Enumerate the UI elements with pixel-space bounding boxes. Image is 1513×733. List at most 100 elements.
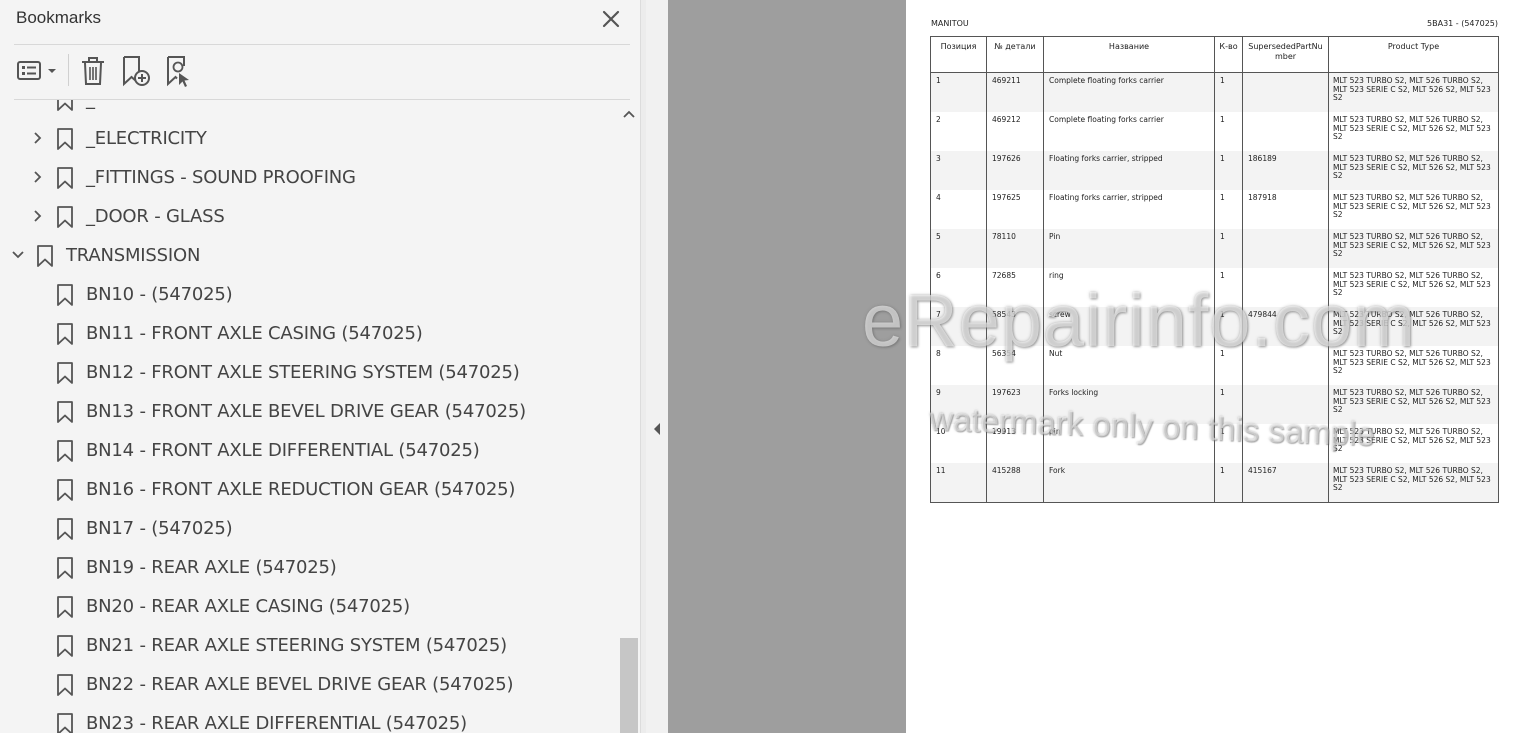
- table-cell: MLT 523 TURBO S2, MLT 526 TURBO S2, MLT …: [1328, 268, 1499, 307]
- table-cell: ring: [1043, 268, 1215, 307]
- table-cell: 5: [930, 229, 987, 268]
- table-cell: MLT 523 TURBO S2, MLT 526 TURBO S2, MLT …: [1328, 72, 1499, 112]
- bookmark-icon: [57, 713, 73, 733]
- tree-scrollbar[interactable]: [618, 100, 640, 733]
- table-cell: [1242, 268, 1329, 307]
- new-bookmark-button[interactable]: [120, 54, 152, 88]
- table-cell: 415288: [986, 463, 1044, 503]
- collapse-left-icon[interactable]: [652, 420, 662, 438]
- bookmark-item[interactable]: BN22 - REAR AXLE BEVEL DRIVE GEAR (54702…: [0, 665, 618, 704]
- table-cell: 1: [1214, 463, 1243, 503]
- bookmark-item[interactable]: BN21 - REAR AXLE STEERING SYSTEM (547025…: [0, 626, 618, 665]
- table-cell: 1: [1214, 385, 1243, 424]
- table-cell: MLT 523 TURBO S2, MLT 526 TURBO S2, MLT …: [1328, 346, 1499, 385]
- close-panel-button[interactable]: [596, 4, 626, 34]
- table-cell: MLT 523 TURBO S2, MLT 526 TURBO S2, MLT …: [1328, 151, 1499, 190]
- table-cell: 415167: [1242, 463, 1329, 503]
- parts-table: Позиция № детали Название К-во SupersededPar…: [930, 36, 1499, 503]
- page-reference: 5BA31 - (547025): [1427, 19, 1498, 28]
- table-cell: MLT 523 TURBO S2, MLT 526 TURBO S2, MLT …: [1328, 463, 1499, 503]
- bookmark-label: TRANSMISSION: [66, 245, 201, 266]
- table-cell: 1: [1214, 307, 1243, 346]
- table-cell: 1: [1214, 72, 1243, 112]
- column-header: К-во: [1214, 36, 1243, 73]
- table-cell: 11: [930, 463, 987, 503]
- table-cell: [1242, 385, 1329, 424]
- table-row: 4 197625 Floating forks carrier, stripped 1…: [930, 190, 1499, 229]
- table-cell: 1: [1214, 112, 1243, 151]
- table-cell: [1242, 112, 1329, 151]
- table-cell: MLT 523 TURBO S2, MLT 526 TURBO S2, MLT …: [1328, 229, 1499, 268]
- bookmark-item[interactable]: BN13 - FRONT AXLE BEVEL DRIVE GEAR (5470…: [0, 392, 618, 431]
- table-row: 7 58543 screw 1 479844 MLT 523 TURBO S2, MLT …: [930, 307, 1499, 346]
- table-row: 5 78110 Pin 1 MLT 523 TURBO S2, MLT 526 TURB…: [930, 229, 1499, 268]
- column-header: № детали: [986, 36, 1044, 73]
- table-cell: Floating forks carrier, stripped: [1043, 190, 1215, 229]
- chevron-right-icon[interactable]: [30, 130, 46, 146]
- column-header: Product Type: [1328, 36, 1499, 73]
- bookmark-icon: [57, 635, 73, 657]
- chevron-right-icon[interactable]: [30, 208, 46, 224]
- column-header: Название: [1043, 36, 1215, 73]
- bookmark-item[interactable]: BN16 - FRONT AXLE REDUCTION GEAR (547025…: [0, 470, 618, 509]
- table-cell: MLT 523 TURBO S2, MLT 526 TURBO S2, MLT …: [1328, 112, 1499, 151]
- table-cell: 186189: [1242, 151, 1329, 190]
- bookmark-label: _DOOR - GLASS: [86, 206, 225, 227]
- table-cell: 3: [930, 151, 987, 190]
- table-cell: 19913: [986, 424, 1044, 463]
- bookmark-label: BN11 - FRONT AXLE CASING (547025): [86, 323, 423, 344]
- bookmark-label: BN13 - FRONT AXLE BEVEL DRIVE GEAR (5470…: [86, 401, 526, 422]
- table-cell: 58543: [986, 307, 1044, 346]
- bookmarks-tree: _ _ELECTRICITY _FITTINGS - SOUND PROOFING _…: [0, 100, 618, 733]
- scroll-thumb[interactable]: [620, 638, 638, 733]
- bookmark-item[interactable]: TRANSMISSION: [0, 236, 618, 275]
- options-menu-button[interactable]: [16, 54, 58, 88]
- bookmarks-toolbar: [0, 45, 640, 99]
- bookmark-item[interactable]: BN20 - REAR AXLE CASING (547025): [0, 587, 618, 626]
- table-cell: 1: [1214, 190, 1243, 229]
- table-cell: MLT 523 TURBO S2, MLT 526 TURBO S2, MLT …: [1328, 424, 1499, 463]
- table-row: 9 197623 Forks locking 1 MLT 523 TURBO S2, M…: [930, 385, 1499, 424]
- bookmark-item[interactable]: BN14 - FRONT AXLE DIFFERENTIAL (547025): [0, 431, 618, 470]
- table-row: 6 72685 ring 1 MLT 523 TURBO S2, MLT 526 TUR…: [930, 268, 1499, 307]
- table-cell: 187918: [1242, 190, 1329, 229]
- bookmark-icon: [57, 128, 73, 150]
- table-header-row: Позиция № детали Название К-во SupersededPar…: [930, 36, 1499, 73]
- find-current-bookmark-button[interactable]: [164, 54, 196, 88]
- table-cell: 78110: [986, 229, 1044, 268]
- table-cell: 4: [930, 190, 987, 229]
- table-cell: Nut: [1043, 346, 1215, 385]
- bookmark-item[interactable]: BN17 - (547025): [0, 509, 618, 548]
- chevron-right-icon[interactable]: [30, 169, 46, 185]
- document-viewer-background: [668, 0, 906, 733]
- delete-bookmark-button[interactable]: [78, 54, 108, 88]
- table-cell: MLT 523 TURBO S2, MLT 526 TURBO S2, MLT …: [1328, 307, 1499, 346]
- table-cell: 1: [1214, 424, 1243, 463]
- scroll-up-icon[interactable]: [621, 106, 637, 122]
- bookmark-item[interactable]: _: [0, 100, 618, 119]
- bookmark-item[interactable]: _FITTINGS - SOUND PROOFING: [0, 158, 618, 197]
- bookmark-label: _: [86, 100, 95, 110]
- table-cell: 469212: [986, 112, 1044, 151]
- table-cell: 1: [930, 72, 987, 112]
- panel-splitter[interactable]: [646, 0, 668, 733]
- bookmark-item[interactable]: BN19 - REAR AXLE (547025): [0, 548, 618, 587]
- bookmark-icon: [57, 401, 73, 423]
- table-cell: 56354: [986, 346, 1044, 385]
- table-cell: 1: [1214, 229, 1243, 268]
- table-cell: 8: [930, 346, 987, 385]
- bookmark-item[interactable]: _ELECTRICITY: [0, 119, 618, 158]
- table-cell: 1: [1214, 151, 1243, 190]
- bookmark-item[interactable]: BN11 - FRONT AXLE CASING (547025): [0, 314, 618, 353]
- table-cell: 1: [1214, 268, 1243, 307]
- table-cell: 469211: [986, 72, 1044, 112]
- table-cell: 2: [930, 112, 987, 151]
- bookmark-item[interactable]: BN12 - FRONT AXLE STEERING SYSTEM (54702…: [0, 353, 618, 392]
- table-cell: 9: [930, 385, 987, 424]
- bookmark-item[interactable]: BN10 - (547025): [0, 275, 618, 314]
- chevron-down-icon[interactable]: [10, 247, 26, 263]
- table-cell: 1: [1214, 346, 1243, 385]
- bookmark-item[interactable]: _DOOR - GLASS: [0, 197, 618, 236]
- bookmark-item[interactable]: BN23 - REAR AXLE DIFFERENTIAL (547025): [0, 704, 618, 733]
- panel-title: Bookmarks: [16, 8, 102, 27]
